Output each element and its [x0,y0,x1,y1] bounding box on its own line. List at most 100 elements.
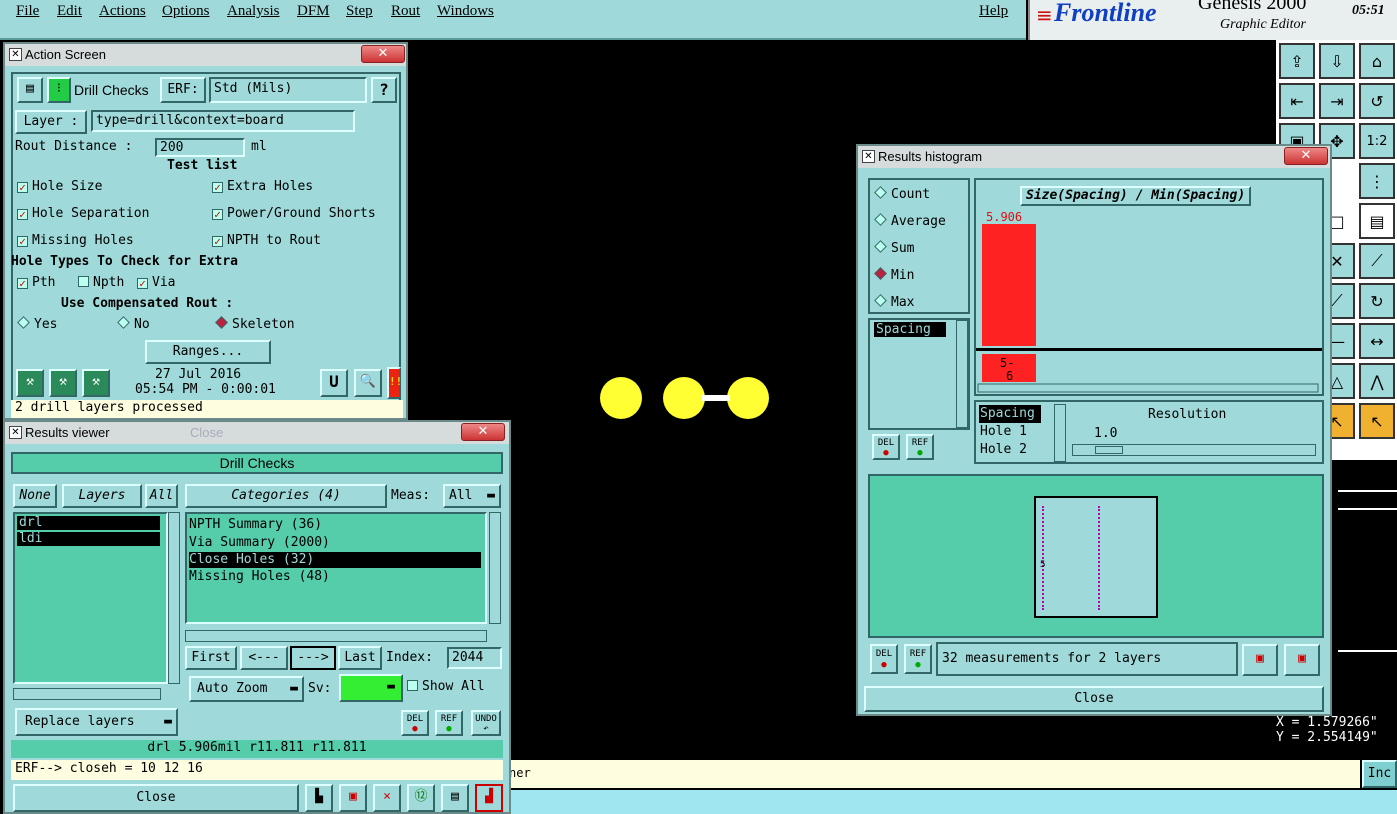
layers-hscrollbar[interactable] [13,688,161,700]
menu-step[interactable]: Step [346,3,373,20]
graph-icon[interactable]: ▙ [305,784,333,812]
comp-no[interactable]: No [117,316,150,332]
help-button[interactable]: ? [371,77,397,103]
del-button[interactable]: DEL ● [870,644,898,674]
rout-distance-field[interactable]: 200 [155,138,245,157]
radio-icon[interactable] [874,213,887,226]
checkbox-icon[interactable]: ✓ [17,236,28,247]
radio-icon[interactable] [874,294,887,307]
close-window-button[interactable]: ✕ [461,423,505,441]
layer-button[interactable]: Layer : [15,110,87,134]
menu-dfm[interactable]: DFM [297,3,330,20]
category-item[interactable]: Via Summary (2000) [187,534,485,552]
layers-none-button[interactable]: None [13,484,57,508]
resolution-slider[interactable] [1072,444,1316,456]
histogram-bar[interactable] [982,224,1036,346]
layer-field[interactable]: type=drill&context=board [91,110,355,132]
inc-button[interactable]: Inc [1362,760,1397,788]
test-npth-to-rout[interactable]: ✓ NPTH to Rout [212,233,321,248]
drill-holes-canvas[interactable] [590,370,780,426]
checkbox-icon[interactable] [407,680,418,691]
menu-options[interactable]: Options [162,3,210,20]
list-icon[interactable]: ▤ [17,77,43,103]
erf-button[interactable]: ERF: [160,77,206,103]
select-alt-icon[interactable]: ↖ [1359,403,1395,439]
export-icon[interactable]: ▣ [1242,644,1278,676]
counter-icon[interactable]: ⑫ [407,784,435,812]
ranges-button[interactable]: Ranges... [145,340,271,364]
category-item[interactable]: Missing Holes (48) [187,568,485,586]
drill-hole[interactable] [663,377,705,419]
layers-scrollbar[interactable] [168,512,180,684]
categories-button[interactable]: Categories (4) [185,484,387,508]
ref-button[interactable]: REF ● [906,434,934,460]
export-alt-icon[interactable]: ▣ [1284,644,1320,676]
open-up-icon[interactable]: ⇪ [1279,43,1315,79]
test-missing-holes[interactable]: ✓ Missing Holes [17,233,134,248]
checkbox-icon[interactable]: ✓ [17,278,28,289]
mode-sum[interactable]: Sum [874,240,914,256]
last-button[interactable]: Last [338,646,382,670]
slider-thumb[interactable] [1095,446,1123,454]
mode-count[interactable]: Count [874,186,930,202]
measure-list[interactable]: Spacing [868,318,970,430]
mode-average[interactable]: Average [874,213,946,229]
checkbox-icon[interactable]: ✓ [212,236,223,247]
hole-type-npth[interactable]: Npth [78,275,124,290]
close-window-button[interactable]: ✕ [361,45,405,63]
erf-field[interactable]: Std (Mils) [209,77,367,103]
meas-dropdown[interactable]: All ▬ [443,484,501,508]
del-button[interactable]: DEL ● [401,710,429,736]
radio-icon[interactable] [215,316,228,329]
hole-type-pth[interactable]: ✓ Pth [17,275,55,290]
field-item[interactable]: Hole 1 [979,423,1041,441]
report-icon[interactable]: ▣ [339,784,367,812]
field-item[interactable]: Hole 2 [979,441,1041,459]
field-item[interactable]: Spacing [979,405,1041,423]
radio-icon[interactable] [874,240,887,253]
u-button[interactable]: U [320,369,348,397]
categories-scrollbar[interactable] [489,512,501,624]
checkbox-icon[interactable]: ✓ [212,182,223,193]
close-button[interactable]: Close [864,686,1324,712]
menu-analysis[interactable]: Analysis [227,3,280,20]
sv-color-dropdown[interactable]: ▬ [339,674,403,702]
undo-button[interactable]: UNDO ↶ [471,710,501,736]
mode-min[interactable]: Min [874,267,914,283]
comp-skeleton[interactable]: Skeleton [215,316,295,332]
line-icon[interactable]: ⟋ [1359,243,1395,279]
checkbox-icon[interactable]: ✓ [17,209,28,220]
del-button[interactable]: DEL ● [872,434,900,460]
test-hole-size[interactable]: ✓ Hole Size [17,179,102,194]
categories-hscrollbar[interactable] [185,630,487,642]
ruler-icon[interactable]: ▤ [1359,203,1395,239]
arc-icon[interactable]: ⋀ [1359,363,1395,399]
snap-icon[interactable]: ⋮ [1359,163,1395,199]
menu-actions[interactable]: Actions [99,3,146,20]
checkbox-icon[interactable]: ✓ [137,278,148,289]
category-item[interactable]: NPTH Summary (36) [187,514,485,534]
radio-icon[interactable] [874,186,887,199]
field-scrollbar[interactable] [1054,404,1066,462]
next-button[interactable]: ---> [290,646,336,670]
prev-button[interactable]: <--- [240,646,288,670]
mode-max[interactable]: Max [874,294,914,310]
scale-1-2-icon[interactable]: 1:2 [1359,123,1395,159]
drill-check-icon[interactable]: ⁝ [47,77,71,103]
histogram-svg[interactable]: 5.906 5-6 [976,202,1322,394]
histogram-icon[interactable]: ▟ [475,784,503,812]
checkbox-icon[interactable] [78,276,89,287]
radio-icon[interactable] [117,316,130,329]
rotate-icon[interactable]: ↻ [1359,283,1395,319]
preview-thumbnail[interactable]: 5 [1034,496,1158,618]
menu-rout[interactable]: Rout [391,3,420,20]
menu-edit[interactable]: Edit [57,3,82,20]
chart-hscrollbar[interactable] [977,383,1319,393]
home-icon[interactable]: ⌂ [1359,43,1395,79]
notes-icon[interactable]: ▤ [441,784,469,812]
move-left-icon[interactable]: ⇤ [1279,83,1315,119]
checkbox-icon[interactable]: ✓ [212,209,223,220]
layers-all-button[interactable]: All [145,484,178,508]
auto-zoom-dropdown[interactable]: Auto Zoom ▬ [189,676,304,702]
categories-list[interactable]: NPTH Summary (36) Via Summary (2000) Clo… [185,512,487,624]
